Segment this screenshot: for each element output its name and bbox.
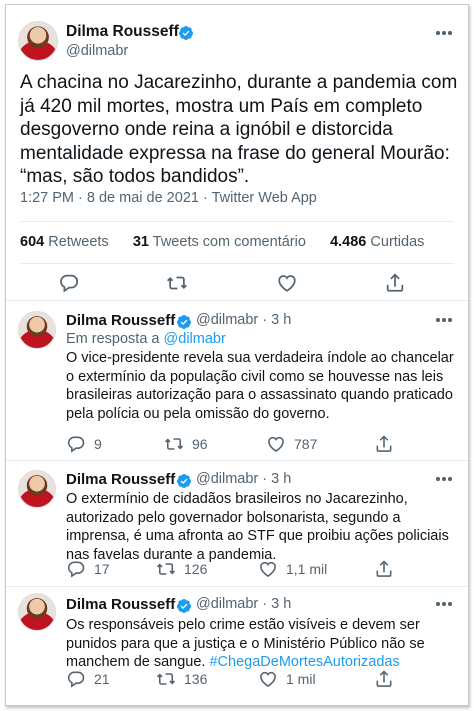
retweet-count: 96 (192, 436, 208, 452)
author-name[interactable]: Dilma Rousseff (66, 471, 175, 488)
comments-label: Tweets com comentário (152, 234, 306, 250)
handle-text: @dilmabr (196, 596, 259, 612)
like-count: 1 mil (286, 671, 316, 687)
handle-text: @dilmabr (196, 471, 259, 487)
share-icon (376, 435, 392, 452)
likes-count: 4.486 (330, 234, 367, 250)
divider (20, 221, 454, 222)
like-button[interactable]: 787 (266, 434, 317, 454)
divider (6, 586, 468, 587)
share-icon (386, 273, 404, 292)
tweet-time: · 3 h (262, 596, 292, 612)
heart-icon (278, 275, 296, 292)
likes-stat[interactable]: 4.486 Curtidas (330, 234, 424, 250)
main-tweet-actions (6, 270, 468, 296)
reply-button[interactable]: 9 (66, 434, 102, 454)
likes-label: Curtidas (370, 234, 425, 250)
author-name[interactable]: Dilma Rousseff (66, 596, 175, 613)
author-name[interactable]: Dilma Rousseff (66, 312, 175, 329)
reply-button[interactable]: 21 (66, 669, 110, 689)
share-button[interactable] (374, 434, 394, 454)
retweet-icon (167, 276, 187, 290)
retweet-icon (164, 438, 184, 450)
more-options-icon[interactable] (436, 318, 454, 324)
more-options-icon[interactable] (436, 602, 454, 608)
reply-icon (60, 274, 79, 293)
hashtag-link[interactable]: #ChegaDeMortesAutorizadas (209, 654, 399, 670)
avatar[interactable] (18, 470, 56, 508)
retweet-button[interactable] (166, 272, 188, 294)
avatar[interactable] (18, 311, 56, 349)
verified-badge-icon (178, 26, 193, 40)
retweet-button[interactable]: 136 (156, 669, 207, 689)
reply-button[interactable]: 17 (66, 559, 110, 579)
share-button[interactable] (384, 272, 406, 294)
share-icon (376, 670, 392, 687)
handle-text: @dilmabr (196, 312, 259, 328)
retweets-stat[interactable]: 604 Retweets (20, 234, 109, 250)
tweet-text: A chacina no Jacarezinho, durante a pand… (20, 72, 458, 187)
reply-count: 21 (94, 671, 110, 687)
reply-to-line: Em resposta a @dilmabr (66, 331, 226, 347)
like-button[interactable] (276, 272, 298, 294)
reply-icon (67, 671, 85, 688)
reply-icon (67, 436, 85, 453)
author-handle[interactable]: @dilmabr · 3 h (196, 596, 291, 612)
reply-text: O vice-presidente revela sua verdadeira … (66, 350, 454, 422)
reply-text: O extermínio de cidadãos brasileiros no … (66, 491, 449, 563)
avatar[interactable] (18, 21, 58, 61)
author-handle[interactable]: @dilmabr · 3 h (196, 471, 291, 487)
retweet-button[interactable]: 96 (164, 434, 208, 454)
like-button[interactable]: 1 mil (258, 669, 316, 689)
like-button[interactable]: 1,1 mil (258, 559, 327, 579)
heart-icon (268, 436, 284, 453)
reply-icon (67, 561, 85, 578)
more-options-icon[interactable] (436, 31, 454, 37)
tweet-screenshot-frame: Dilma Rousseff @dilmabr A chacina no Jac… (5, 4, 469, 706)
avatar[interactable] (18, 593, 56, 631)
retweet-icon (156, 563, 176, 575)
reply-count: 9 (94, 436, 102, 452)
more-options-icon[interactable] (436, 477, 454, 483)
retweets-label: Retweets (48, 234, 109, 250)
divider (20, 263, 454, 264)
divider (6, 300, 468, 301)
like-count: 1,1 mil (286, 561, 328, 577)
author-handle[interactable]: @dilmabr · 3 h (196, 312, 291, 328)
like-count: 787 (294, 436, 318, 452)
share-icon (376, 560, 392, 577)
verified-badge-icon (176, 474, 191, 488)
retweet-count: 126 (184, 561, 208, 577)
comments-stat[interactable]: 31 Tweets com comentário (133, 234, 306, 250)
reply-button[interactable] (58, 272, 80, 294)
author-name[interactable]: Dilma Rousseff (66, 23, 179, 41)
retweet-count: 136 (184, 671, 208, 687)
heart-icon (260, 561, 276, 578)
reply-text: Os responsáveis pelo crime estão visívei… (66, 616, 458, 672)
retweet-button[interactable]: 126 (156, 559, 207, 579)
comments-count: 31 (132, 234, 149, 250)
tweet-stats: 604 Retweets 31 Tweets com comentário 4.… (20, 234, 424, 250)
verified-badge-icon (176, 599, 191, 613)
retweet-icon (156, 673, 176, 685)
author-handle[interactable]: @dilmabr (66, 43, 128, 59)
tweet-timestamp[interactable]: 1:27 PM · 8 de mai de 2021 · Twitter Web… (20, 190, 317, 206)
reply-to-label: Em resposta a (66, 331, 160, 347)
tweet-time: · 3 h (262, 471, 292, 487)
share-button[interactable] (374, 559, 394, 579)
share-button[interactable] (374, 669, 394, 689)
reply-count: 17 (94, 561, 110, 577)
divider (6, 460, 468, 461)
heart-icon (260, 671, 276, 688)
reply-to-handle[interactable]: @dilmabr (164, 331, 226, 347)
tweet-time: · 3 h (262, 312, 292, 328)
retweets-count: 604 (20, 234, 45, 250)
verified-badge-icon (176, 315, 191, 329)
